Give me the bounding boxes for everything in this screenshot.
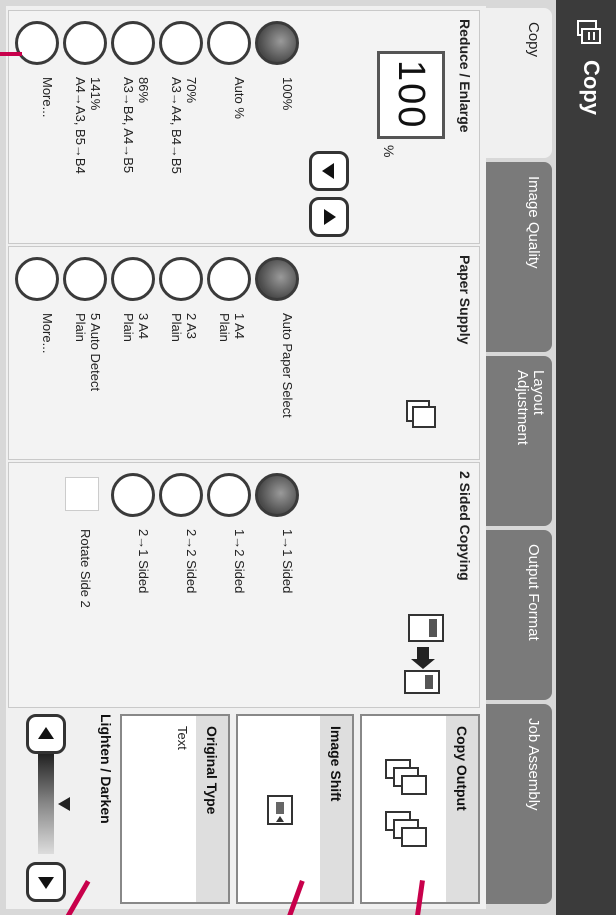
option-label: 1→1 Sided — [280, 529, 295, 594]
arrow-right-icon — [38, 877, 54, 889]
card-title: Image Shift — [320, 716, 352, 902]
tab-label: Layout Adjustment — [514, 370, 547, 446]
reduce-option-auto[interactable]: Auto % — [205, 21, 251, 241]
paper-option-auto[interactable]: Auto Paper Select — [253, 257, 299, 477]
option-label: Auto Paper Select — [280, 313, 295, 418]
zoom-unit: % — [381, 145, 397, 158]
option-label: 100% — [280, 77, 295, 111]
paper-option-tray-2[interactable]: 2 A3 Plain — [157, 257, 203, 477]
rotate-side-2-checkbox[interactable]: Rotate Side 2 — [53, 473, 99, 693]
radio-button — [111, 257, 155, 301]
option-label: 70% A3→A4, B4→B5 — [169, 77, 199, 174]
radio-button — [63, 21, 107, 65]
paper-option-tray-5[interactable]: 5 Auto Detect Plain — [61, 257, 107, 477]
annotation-line — [0, 52, 22, 56]
tab-label: Job Assembly — [525, 718, 542, 811]
radio-button — [15, 21, 59, 65]
sorted-output-icon — [385, 759, 427, 847]
two-sided-section: 2 Sided Copying 1→1 Sided 1→2 Sided 2→2 … — [8, 462, 480, 708]
image-shift-icon — [267, 795, 293, 825]
tab-image-quality[interactable]: Image Quality — [486, 162, 552, 352]
tab-label: Output Format — [525, 544, 542, 641]
screen-title: Copy — [579, 60, 604, 115]
tab-job-assembly[interactable]: Job Assembly — [486, 704, 552, 904]
option-label: Auto % — [232, 77, 247, 119]
option-label: 2→2 Sided — [184, 529, 199, 594]
lighten-darken-control: Lighten / Darken — [14, 714, 114, 904]
arrow-left-icon — [38, 727, 54, 739]
original-type-button[interactable]: Original Type Text — [120, 714, 230, 904]
tab-label: Image Quality — [525, 176, 542, 269]
reduce-option-86[interactable]: 86% A3→B4, A4→B5 — [109, 21, 155, 241]
option-label: Rotate Side 2 — [78, 529, 93, 608]
radio-button — [111, 473, 155, 517]
arrow-up-icon — [324, 209, 336, 225]
radio-button — [207, 473, 251, 517]
tab-copy[interactable]: Copy — [486, 8, 552, 158]
reduce-enlarge-section: Reduce / Enlarge 100 % 100% Auto % 70% A… — [8, 10, 480, 244]
paper-supply-section: Paper Supply Auto Paper Select 1 A4 Plai… — [8, 246, 480, 460]
radio-button — [159, 257, 203, 301]
card-title: Original Type — [196, 716, 228, 902]
radio-button — [159, 21, 203, 65]
option-label: 3 A4 Plain — [121, 313, 151, 342]
option-label: 1 A4 Plain — [217, 313, 247, 342]
density-indicator — [58, 797, 70, 811]
radio-button — [207, 257, 251, 301]
option-label: 5 Auto Detect Plain — [73, 313, 103, 392]
option-label: 2→1 Sided — [136, 529, 151, 594]
reduce-option-70[interactable]: 70% A3→A4, B4→B5 — [157, 21, 203, 241]
radio-button — [255, 257, 299, 301]
reduce-option-141[interactable]: 141% A4→A3, B5→B4 — [61, 21, 107, 241]
tab-label: Copy — [525, 22, 542, 58]
option-label: 1→2 Sided — [232, 529, 247, 594]
zoom-increase-button[interactable] — [309, 197, 349, 237]
duplex-option-1-1[interactable]: 1→1 Sided — [253, 473, 299, 693]
duplex-option-1-2[interactable]: 1→2 Sided — [205, 473, 251, 693]
section-title: Reduce / Enlarge — [457, 19, 473, 133]
density-scale — [38, 754, 54, 854]
section-title: 2 Sided Copying — [457, 471, 473, 581]
screen: Copy Copy Image Quality Layout Adjustmen… — [0, 0, 616, 915]
option-label: More... — [40, 77, 55, 118]
paper-option-tray-3[interactable]: 3 A4 Plain — [109, 257, 155, 477]
zoom-value-display: 100 — [377, 51, 445, 139]
option-label: 86% A3→B4, A4→B5 — [121, 77, 151, 174]
radio-button — [255, 473, 299, 517]
paper-option-more[interactable]: More... — [13, 257, 59, 477]
radio-button — [111, 21, 155, 65]
radio-button — [159, 473, 203, 517]
option-label: More... — [40, 313, 55, 354]
zoom-value: 100 — [390, 60, 432, 130]
radio-button — [15, 257, 59, 301]
option-label: 2 A3 Plain — [169, 313, 199, 342]
reduce-option-100[interactable]: 100% — [253, 21, 299, 241]
copy-panel: Reduce / Enlarge 100 % 100% Auto % 70% A… — [6, 6, 486, 909]
option-label: 141% A4→A3, B5→B4 — [73, 77, 103, 174]
section-title: Paper Supply — [457, 255, 473, 345]
copy-output-button[interactable]: Copy Output — [360, 714, 480, 904]
duplex-option-2-1[interactable]: 2→1 Sided — [109, 473, 155, 693]
original-type-value: Text — [175, 726, 190, 750]
lighten-button[interactable] — [26, 714, 66, 754]
arrow-down-icon — [322, 163, 334, 179]
paper-option-tray-1[interactable]: 1 A4 Plain — [205, 257, 251, 477]
radio-button — [255, 21, 299, 65]
lighten-darken-label: Lighten / Darken — [98, 714, 114, 824]
radio-button — [207, 21, 251, 65]
zoom-decrease-button[interactable] — [309, 151, 349, 191]
paper-tray-icon — [406, 400, 436, 428]
checkbox — [65, 477, 99, 511]
darken-button[interactable] — [26, 862, 66, 902]
radio-button — [63, 257, 107, 301]
tab-layout-adjustment[interactable]: Layout Adjustment — [486, 356, 552, 526]
image-shift-button[interactable]: Image Shift — [236, 714, 354, 904]
duplex-icon — [404, 614, 444, 694]
copy-screen: Copy Copy Image Quality Layout Adjustmen… — [0, 0, 616, 915]
header-bar: Copy — [556, 0, 616, 915]
tab-output-format[interactable]: Output Format — [486, 530, 552, 700]
duplex-option-2-2[interactable]: 2→2 Sided — [157, 473, 203, 693]
copy-logo-icon — [577, 20, 601, 44]
card-title: Copy Output — [446, 716, 478, 902]
